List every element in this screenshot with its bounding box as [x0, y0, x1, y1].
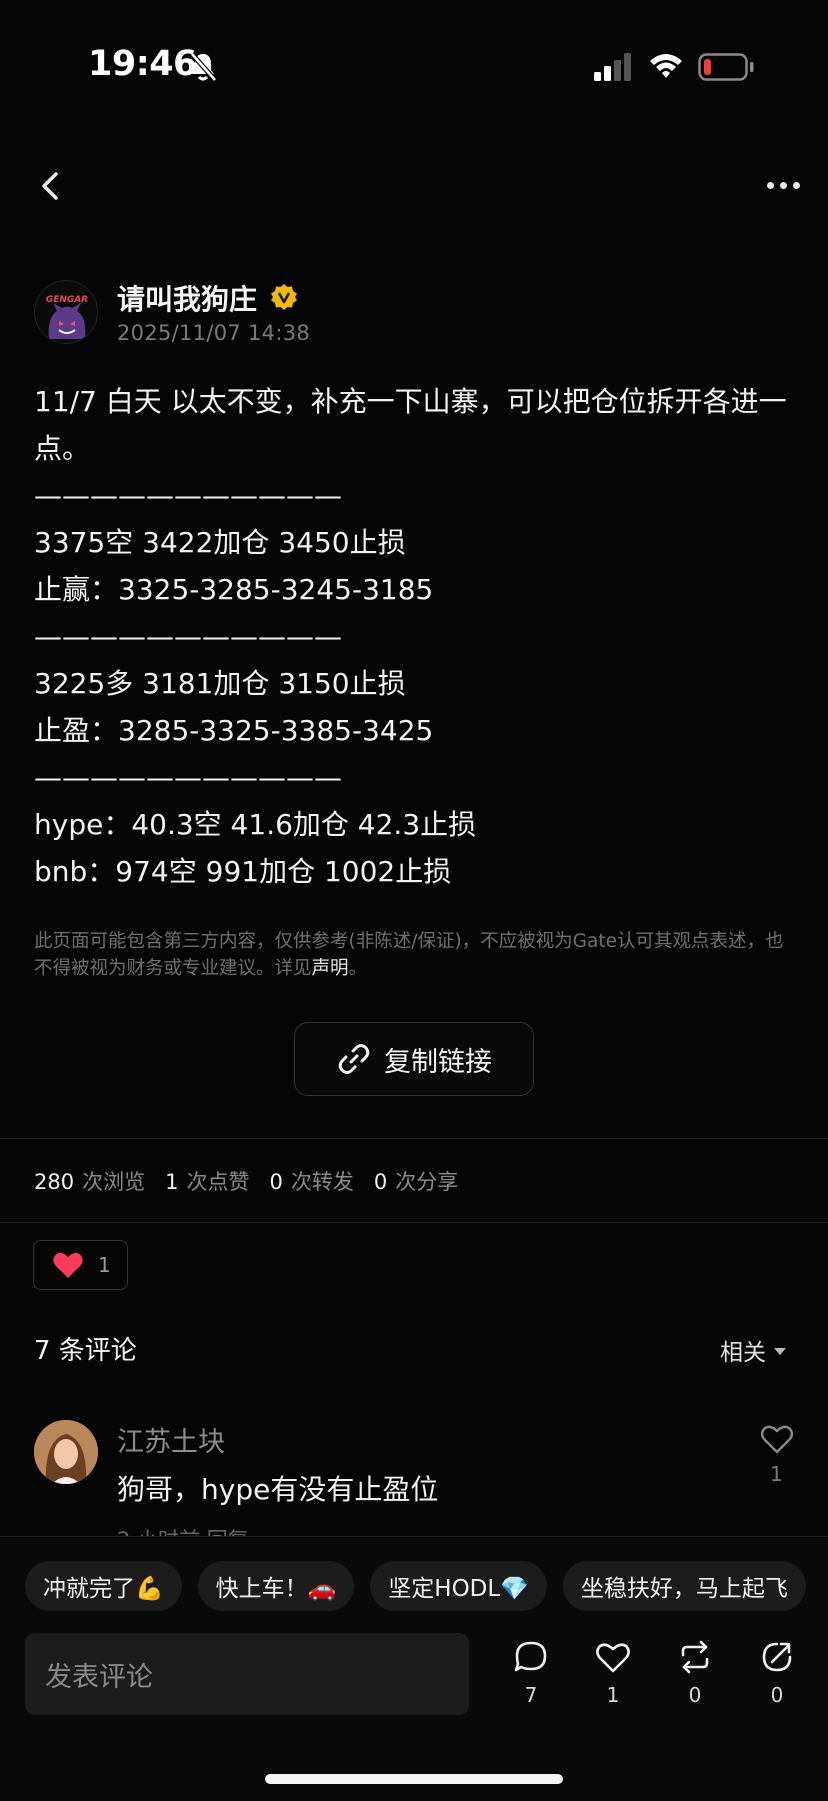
- quick-reply-chip[interactable]: 冲就完了💪: [25, 1561, 182, 1611]
- commenter-name[interactable]: 江苏土块: [117, 1420, 225, 1459]
- bell-muted-icon: [190, 52, 217, 82]
- post-line: 11/7 白天 以太不变，补充一下山寨，可以把仓位拆开各进一点。: [34, 385, 787, 465]
- dot-icon: [792, 181, 800, 189]
- share-icon: [762, 1642, 792, 1672]
- wifi-icon: [650, 54, 682, 78]
- stat-likes: 1 次点赞: [165, 1170, 250, 1194]
- reaction-count: 1: [98, 1253, 111, 1277]
- comment-count: 7: [524, 1683, 538, 1707]
- quick-reply-chip[interactable]: 坐稳扶好，马上起飞: [562, 1561, 806, 1611]
- comment-like-count: 1: [770, 1462, 783, 1486]
- person-avatar-icon: [34, 1420, 98, 1484]
- post-line: 3375空 3422加仓 3450止损: [34, 526, 406, 559]
- sort-label: 相关: [720, 1340, 766, 1366]
- disclaimer-text: 此页面可能包含第三方内容，仅供参考(非陈述/保证)，不应被视为Gate认可其观点…: [34, 928, 794, 982]
- quick-reply-chip[interactable]: 坚定HODL💎: [370, 1561, 547, 1611]
- stat-views: 280 次浏览: [34, 1170, 146, 1194]
- stat-reposts: 0 次转发: [269, 1170, 354, 1194]
- status-time: 19:46: [88, 44, 197, 84]
- verified-badge-icon: [271, 284, 297, 310]
- disclaimer-link[interactable]: 声明: [312, 958, 349, 979]
- heart-reaction-chip[interactable]: 1: [33, 1240, 128, 1290]
- post-stats: 280 次浏览 1 次点赞 0 次转发 0 次分享: [34, 1166, 458, 1196]
- like-action-button[interactable]: 1: [583, 1639, 643, 1707]
- battery-low-icon: [698, 53, 754, 81]
- heart-filled-icon: [53, 1252, 83, 1278]
- repost-icon: [681, 1640, 709, 1674]
- divider: [0, 1222, 828, 1223]
- commenter-avatar[interactable]: [34, 1420, 98, 1484]
- link-icon: [338, 1044, 370, 1074]
- comment-sort-dropdown[interactable]: 相关: [720, 1333, 786, 1367]
- post-line: 止盈：3285-3325-3385-3425: [34, 714, 434, 747]
- caret-down-icon: [774, 1348, 786, 1355]
- dot-icon: [766, 181, 774, 189]
- cellular-signal-icon: [594, 53, 631, 81]
- author-name[interactable]: 请叫我狗庄: [117, 278, 257, 318]
- post-line: bnb：974空 991加仓 1002止损: [34, 855, 452, 888]
- quick-reply-chips: 冲就完了💪 快上车！🚗 坚定HODL💎 坐稳扶好，马上起飞: [25, 1561, 806, 1611]
- disclaimer-end: 。: [348, 958, 368, 979]
- post-line: ———————————: [34, 479, 342, 512]
- more-options-button[interactable]: [758, 170, 808, 200]
- comments-count-title: 7 条评论: [34, 1336, 137, 1366]
- svg-text:GENGAR: GENGAR: [46, 295, 88, 305]
- author-avatar[interactable]: GENGAR: [34, 280, 98, 344]
- post-line: hype：40.3空 41.6加仓 42.3止损: [34, 808, 477, 841]
- dot-icon: [779, 181, 787, 189]
- disclaimer-body: 此页面可能包含第三方内容，仅供参考(非陈述/保证)，不应被视为Gate认可其观点…: [34, 931, 784, 979]
- repost-count: 0: [688, 1683, 702, 1707]
- heart-icon: [596, 1643, 630, 1673]
- comment-text: 狗哥，hype有没有止盈位: [117, 1473, 439, 1506]
- post-line: 3225多 3181加仓 3150止损: [34, 667, 406, 700]
- comment-composer-panel: 冲就完了💪 快上车！🚗 坚定HODL💎 坐稳扶好，马上起飞 发表评论 7 1 0…: [0, 1536, 828, 1801]
- like-count: 1: [606, 1683, 620, 1707]
- comment-like-icon[interactable]: [760, 1423, 794, 1455]
- share-count: 0: [770, 1683, 784, 1707]
- back-button[interactable]: [30, 166, 70, 206]
- post-detail-screen: 19:46 GENGAR 请叫我狗庄 2025/11/07 14:38 11/7…: [0, 0, 828, 1801]
- post-line: 止赢：3325-3285-3245-3185: [34, 573, 434, 606]
- post-timestamp: 2025/11/07 14:38: [117, 321, 311, 345]
- quick-reply-chip[interactable]: 快上车！🚗: [197, 1561, 355, 1611]
- post-line: ———————————: [34, 761, 342, 794]
- gengar-avatar-icon: GENGAR: [35, 281, 97, 343]
- comment-input[interactable]: 发表评论: [25, 1633, 469, 1715]
- copy-link-label: 复制链接: [384, 1046, 492, 1078]
- repost-action-button[interactable]: 0: [665, 1639, 725, 1707]
- share-action-button[interactable]: 0: [747, 1639, 807, 1707]
- comment-action-button[interactable]: 7: [501, 1639, 561, 1707]
- stat-shares: 0 次分享: [373, 1170, 459, 1194]
- comment-bubble-icon: [514, 1641, 547, 1672]
- post-content: 11/7 白天 以太不变，补充一下山寨，可以把仓位拆开各进一点。 ———————…: [34, 378, 804, 895]
- post-line: ———————————: [34, 620, 342, 653]
- home-indicator[interactable]: [265, 1774, 563, 1784]
- copy-link-button[interactable]: 复制链接: [294, 1022, 534, 1096]
- divider: [0, 1138, 828, 1139]
